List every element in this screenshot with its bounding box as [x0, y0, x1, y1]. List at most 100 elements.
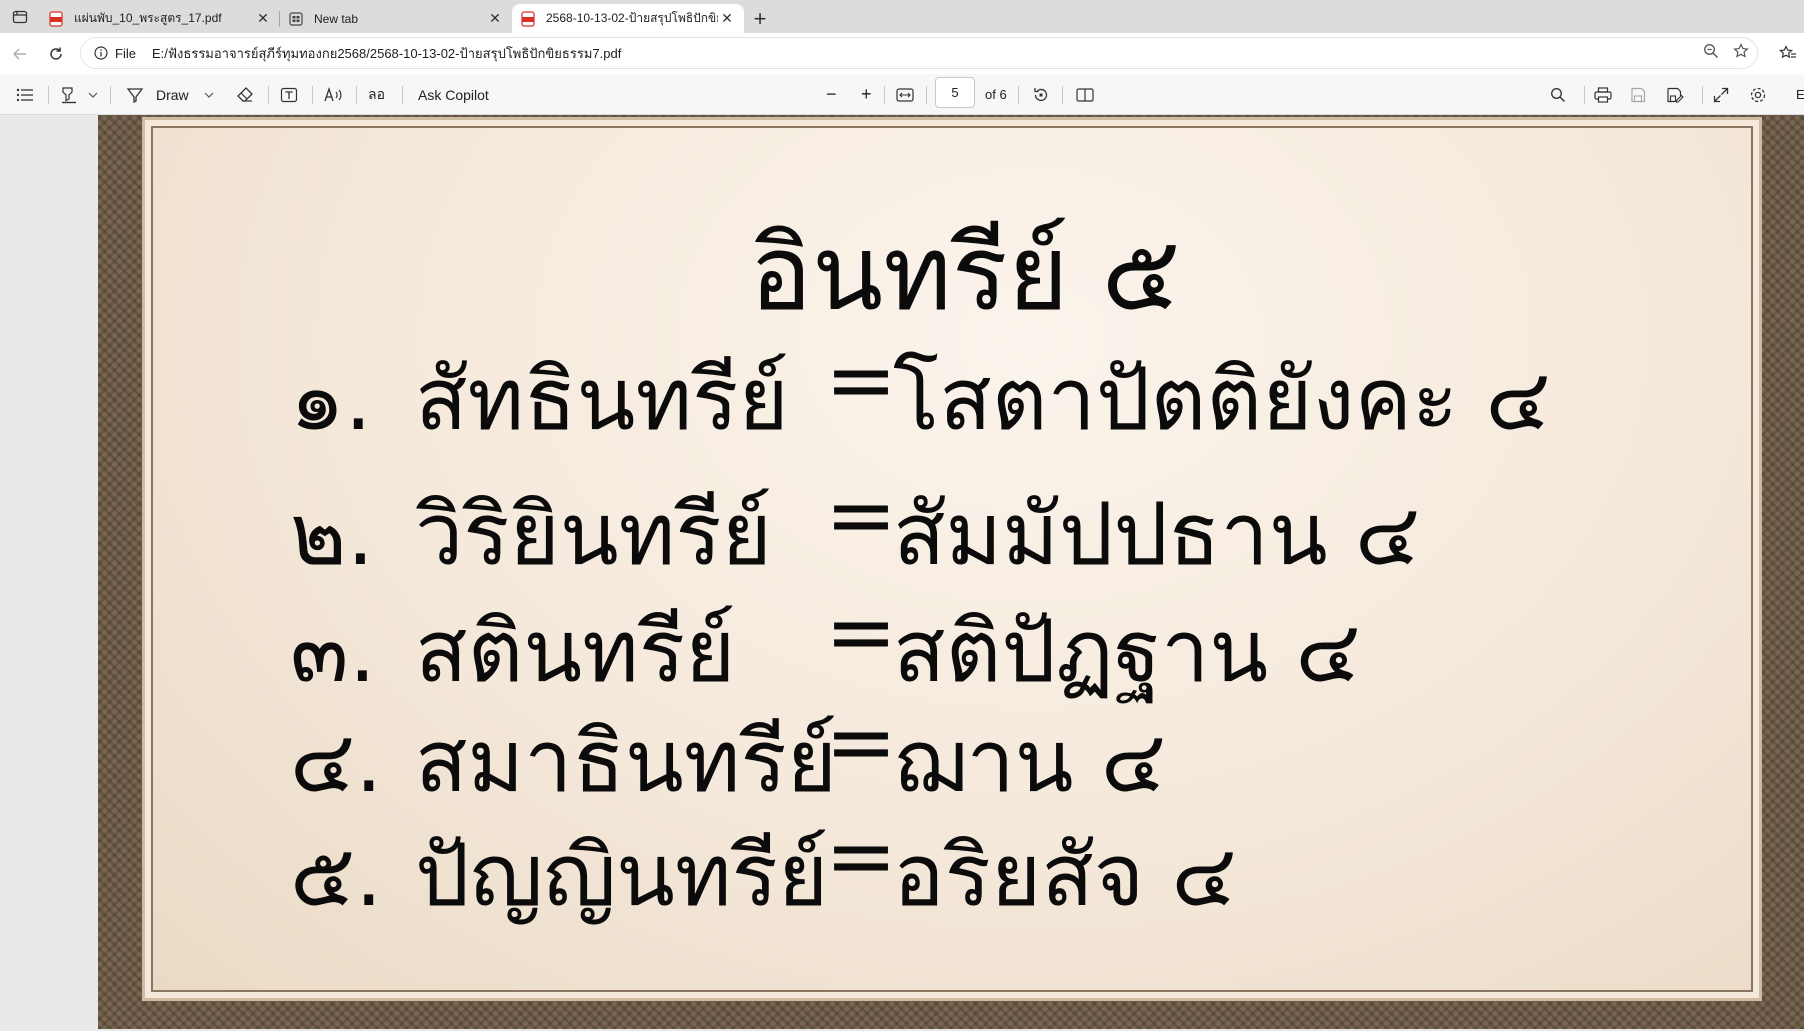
- toolbar-separator: [884, 86, 885, 104]
- address-bar[interactable]: File E:/ฟังธรรมอาจารย์สุภีร์ทุมทองกย2568…: [80, 37, 1758, 69]
- pdf-file-icon: [48, 10, 64, 27]
- tab-actions-button[interactable]: [0, 0, 40, 33]
- close-tab-icon[interactable]: ✕: [718, 10, 736, 28]
- translate-label: ลอ: [368, 85, 385, 102]
- table-of-contents-button[interactable]: [16, 74, 34, 115]
- pdf-page: อินทรีย์ ๕ ๑. สัทธินทรีย์ = โสตาปัตติยัง…: [98, 115, 1804, 1029]
- save-button[interactable]: [1630, 74, 1646, 115]
- page-number-input[interactable]: 5: [935, 77, 975, 108]
- save-as-button[interactable]: [1666, 74, 1684, 115]
- tab-title: 2568-10-13-02-ป้ายสรุปโพธิปักขิยธรรม7.pd…: [546, 11, 718, 25]
- minus-icon: −: [826, 84, 837, 104]
- toolbar-separator: [312, 86, 313, 104]
- read-aloud-icon: [324, 86, 342, 101]
- favorite-star-icon[interactable]: [1733, 42, 1749, 64]
- row-meaning: อริยสัจ ๔: [893, 826, 1237, 926]
- navigation-bar: File E:/ฟังธรรมอาจารย์สุภีร์ทุมทองกย2568…: [0, 33, 1804, 74]
- reload-button[interactable]: [38, 38, 74, 70]
- fit-to-width-button[interactable]: [896, 74, 914, 115]
- pdf-settings-button[interactable]: [1749, 74, 1767, 115]
- pdf-toolbar: Draw ลอ Ask Copilot − + 5 of 6 E: [0, 74, 1804, 115]
- new-tab-button[interactable]: +: [744, 4, 776, 33]
- url-scheme-label: File: [115, 45, 136, 61]
- add-text-button[interactable]: [280, 74, 298, 115]
- tab-3-active[interactable]: 2568-10-13-02-ป้ายสรุปโพธิปักขิยธรรม7.pd…: [512, 4, 744, 33]
- page-total-label: of 6: [985, 87, 1007, 102]
- row-term: สัทธินทรีย์: [415, 350, 789, 450]
- draw-pen-icon: [126, 87, 144, 103]
- toolbar-separator: [48, 86, 49, 104]
- zoom-out-button[interactable]: −: [826, 74, 837, 115]
- full-screen-button[interactable]: [1713, 74, 1729, 115]
- highlight-options-chevron-icon[interactable]: [88, 74, 98, 115]
- ask-copilot-label: Ask Copilot: [418, 86, 489, 103]
- eraser-icon: [237, 86, 253, 102]
- url-text[interactable]: E:/ฟังธรรมอาจารย์สุภีร์ทุมทองกย2568/2568…: [152, 43, 621, 64]
- two-page-view-icon: [1076, 87, 1094, 102]
- toolbar-separator: [1018, 86, 1019, 104]
- zoom-in-button[interactable]: +: [861, 74, 872, 115]
- row-term: ปัญญินทรีย์: [415, 826, 829, 926]
- rotate-button[interactable]: [1032, 74, 1050, 115]
- gear-icon: [1750, 87, 1766, 102]
- row-number: ๕.: [290, 826, 383, 926]
- row-equals: =: [825, 465, 898, 565]
- row-number: ๑.: [290, 350, 372, 450]
- draw-options-chevron-icon[interactable]: [204, 74, 214, 115]
- toolbar-separator: [1062, 86, 1063, 104]
- save-as-icon: [1667, 87, 1684, 103]
- page-view-button[interactable]: [1076, 74, 1094, 115]
- tab-title: แผ่นพับ_10_พระสูตร_17.pdf: [74, 11, 222, 25]
- slide-paper: อินทรีย์ ๕ ๑. สัทธินทรีย์ = โสตาปัตติยัง…: [142, 117, 1762, 1001]
- toolbar-separator: [268, 86, 269, 104]
- rotate-icon: [1034, 87, 1048, 101]
- plus-icon: +: [861, 84, 872, 104]
- toolbar-separator: [402, 86, 403, 104]
- toolbar-separator: [110, 86, 111, 104]
- tab-strip: แผ่นพับ_10_พระสูตร_17.pdf ✕ New tab ✕ 25…: [0, 0, 1804, 33]
- fit-width-icon: [896, 87, 914, 102]
- translate-button[interactable]: ลอ: [368, 74, 385, 115]
- plus-icon: +: [753, 5, 767, 31]
- favorites-button[interactable]: [1772, 37, 1804, 69]
- zoom-icon[interactable]: [1703, 43, 1719, 64]
- printer-icon: [1594, 86, 1612, 103]
- tab-title: New tab: [314, 11, 359, 26]
- draw-label: Draw: [156, 86, 189, 103]
- read-aloud-button[interactable]: [324, 74, 344, 115]
- overflow-label[interactable]: E: [1796, 74, 1804, 115]
- back-arrow-icon: [12, 47, 26, 60]
- search-icon: [1551, 87, 1565, 102]
- address-bar-actions: [1703, 38, 1749, 68]
- row-equals: =: [825, 330, 898, 430]
- ask-copilot-button[interactable]: Ask Copilot: [418, 74, 489, 115]
- site-info-icon[interactable]: [87, 46, 115, 60]
- toolbar-separator: [356, 86, 357, 104]
- toolbar-separator: [1584, 86, 1585, 104]
- draw-button[interactable]: Draw: [126, 74, 189, 115]
- close-tab-icon[interactable]: ✕: [486, 10, 504, 28]
- reload-icon: [50, 47, 62, 60]
- pdf-viewer: อินทรีย์ ๕ ๑. สัทธินทรีย์ = โสตาปัตติยัง…: [0, 115, 1804, 1031]
- row-equals: =: [825, 806, 898, 906]
- erase-button[interactable]: [236, 74, 254, 115]
- print-button[interactable]: [1594, 74, 1612, 115]
- highlight-button[interactable]: [60, 74, 78, 115]
- save-disk-icon: [1631, 87, 1646, 102]
- row-meaning: โสตาปัตติยังคะ ๔: [893, 350, 1551, 450]
- find-button[interactable]: [1550, 74, 1566, 115]
- list-icon: [16, 88, 33, 101]
- text-box-icon: [280, 87, 298, 102]
- row-equals: =: [825, 692, 898, 792]
- tab-actions-icon: [12, 10, 28, 23]
- highlighter-icon: [62, 86, 76, 103]
- row-equals: =: [825, 582, 898, 682]
- back-button[interactable]: [2, 38, 38, 70]
- new-tab-page-icon: [288, 11, 304, 27]
- favorites-list-icon: [1779, 45, 1796, 59]
- toolbar-separator: [926, 86, 927, 104]
- tab-2[interactable]: New tab ✕: [280, 4, 512, 33]
- expand-icon: [1713, 87, 1729, 102]
- tab-1[interactable]: แผ่นพับ_10_พระสูตร_17.pdf ✕: [40, 4, 280, 33]
- close-tab-icon[interactable]: ✕: [254, 10, 272, 28]
